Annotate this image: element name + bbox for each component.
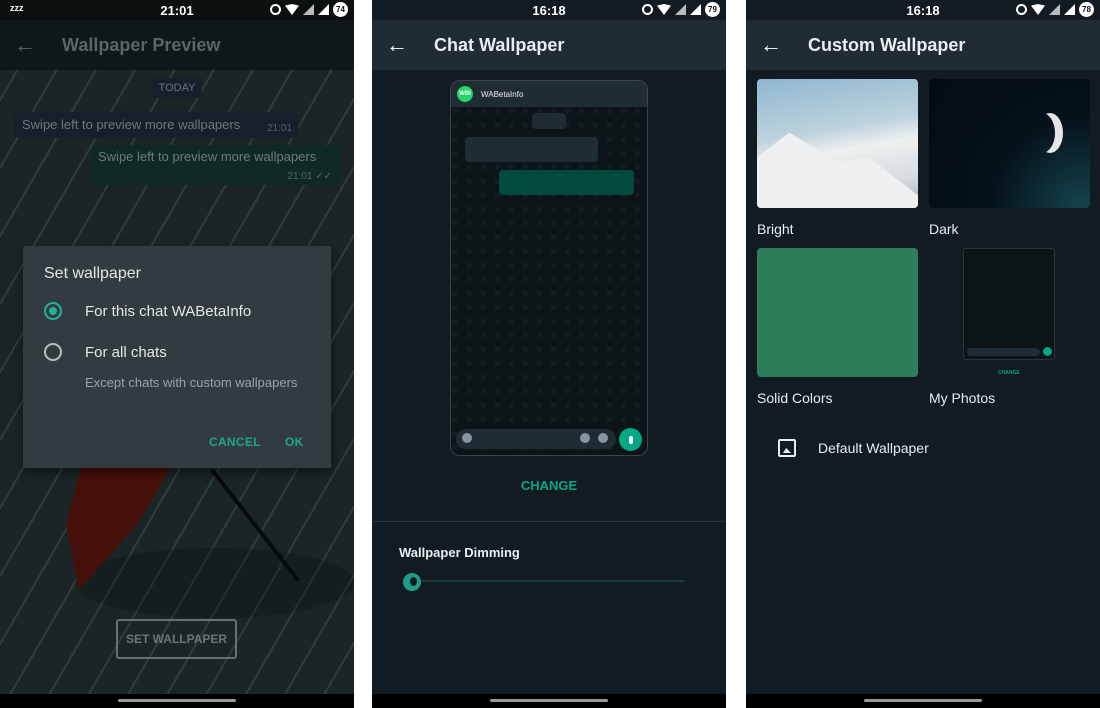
outgoing-message: Swipe left to preview more wallpapers 21…	[92, 145, 340, 185]
status-bar: zzz 21:01 74	[0, 0, 354, 20]
ok-button[interactable]: OK	[285, 435, 304, 449]
arrow-back-icon[interactable]: ←	[746, 32, 796, 58]
wallpaper-preview-screen: zzz 21:01 74 ← Wallpaper Preview TODAY S…	[0, 0, 354, 708]
app-bar: ← Custom Wallpaper	[746, 20, 1100, 70]
set-wallpaper-button[interactable]: SET WALLPAPER	[116, 619, 237, 659]
alarm-icon	[642, 4, 653, 15]
category-label: Dark	[929, 221, 959, 237]
option-all-chats[interactable]: For all chats	[44, 343, 167, 361]
default-wallpaper-label: Default Wallpaper	[818, 440, 929, 456]
battery-icon: 79	[705, 2, 720, 17]
category-label: Solid Colors	[757, 390, 833, 406]
wifi-icon	[1031, 4, 1045, 15]
change-button[interactable]: CHANGE	[372, 478, 726, 493]
status-bar: 16:18 78	[746, 0, 1100, 20]
signal-icon	[303, 4, 314, 15]
my-photos-tile[interactable]	[963, 248, 1055, 360]
preview-incoming-bubble	[465, 137, 598, 162]
dimming-slider-track[interactable]	[412, 580, 684, 582]
option-sublabel: Except chats with custom wallpapers	[85, 375, 298, 390]
custom-wallpaper-screen: 16:18 78 ← Custom Wallpaper Bright Dark …	[746, 0, 1100, 708]
message-time: 21:01	[266, 123, 292, 134]
avatar: WBI	[457, 86, 473, 102]
message-time: 21:01 ✓✓	[287, 171, 332, 182]
moon-image	[1029, 113, 1055, 153]
cancel-button[interactable]: CANCEL	[209, 435, 261, 449]
category-label: My Photos	[929, 390, 996, 406]
signal-icon	[675, 4, 686, 15]
dimming-label: Wallpaper Dimming	[399, 545, 520, 560]
mini-mic-icon	[1043, 347, 1052, 356]
category-label: Bright	[757, 221, 794, 237]
nav-bar	[0, 694, 354, 708]
preview-outgoing-bubble	[499, 170, 634, 195]
page-title: Custom Wallpaper	[808, 34, 966, 55]
camera-icon	[598, 433, 608, 443]
default-wallpaper-button[interactable]: Default Wallpaper	[746, 432, 1100, 464]
option-this-chat[interactable]: For this chat WABetaInfo	[44, 302, 251, 320]
page-title: Wallpaper Preview	[62, 34, 221, 55]
image-icon	[778, 439, 796, 457]
attach-icon	[580, 433, 590, 443]
option-label: For this chat WABetaInfo	[85, 302, 252, 320]
option-label: For all chats	[85, 343, 167, 361]
battery-icon: 74	[333, 2, 348, 17]
incoming-message: Swipe left to preview more wallpapers 21…	[14, 112, 298, 138]
dialog-title: Set wallpaper	[44, 265, 141, 282]
arrow-back-icon[interactable]: ←	[372, 32, 422, 58]
nav-bar	[372, 694, 726, 708]
home-gesture-handle[interactable]	[490, 699, 608, 702]
bright-wallpaper-tile[interactable]	[757, 79, 918, 208]
dark-wallpaper-tile[interactable]	[929, 79, 1090, 208]
solid-colors-tile[interactable]	[757, 248, 918, 377]
wallpaper-preview-card[interactable]: WBI WABetaInfo	[450, 80, 648, 456]
home-gesture-handle[interactable]	[118, 699, 236, 702]
arrow-back-icon[interactable]: ←	[0, 32, 50, 58]
preview-header: WBI WABetaInfo	[451, 81, 647, 107]
contact-name: WABetaInfo	[481, 89, 524, 99]
divider	[372, 521, 726, 522]
status-bar: 16:18 79	[372, 0, 726, 20]
signal-icon	[690, 4, 701, 15]
date-chip: TODAY	[152, 78, 202, 98]
read-ticks-icon: ✓✓	[315, 171, 332, 182]
radio-unselected-icon[interactable]	[44, 343, 62, 361]
preview-date-chip	[532, 113, 566, 129]
preview-input-bar	[456, 429, 616, 449]
alarm-icon	[270, 4, 281, 15]
emoji-icon	[462, 433, 472, 443]
signal-icon	[318, 4, 329, 15]
home-gesture-handle[interactable]	[864, 699, 982, 702]
radio-selected-icon[interactable]	[44, 302, 62, 320]
mini-change-label: CHANGE	[998, 370, 1020, 376]
signal-icon	[1064, 4, 1075, 15]
nav-bar	[746, 694, 1100, 708]
mini-input-bar	[967, 348, 1040, 356]
signal-icon	[1049, 4, 1060, 15]
battery-icon: 78	[1079, 2, 1094, 17]
message-text: Swipe left to preview more wallpapers	[22, 117, 241, 132]
dimming-slider-thumb[interactable]	[403, 573, 421, 591]
mic-icon	[619, 428, 642, 451]
wifi-icon	[285, 4, 299, 15]
chat-wallpaper-screen: 16:18 79 ← Chat Wallpaper WBI WABetaInfo…	[372, 0, 726, 708]
message-text: Swipe left to preview more wallpapers	[98, 149, 317, 164]
wifi-icon	[657, 4, 671, 15]
app-bar: ← Chat Wallpaper	[372, 20, 726, 70]
set-wallpaper-dialog: Set wallpaper For this chat WABetaInfo F…	[23, 246, 331, 468]
app-bar: ← Wallpaper Preview	[0, 20, 354, 70]
alarm-icon	[1016, 4, 1027, 15]
page-title: Chat Wallpaper	[434, 34, 565, 55]
